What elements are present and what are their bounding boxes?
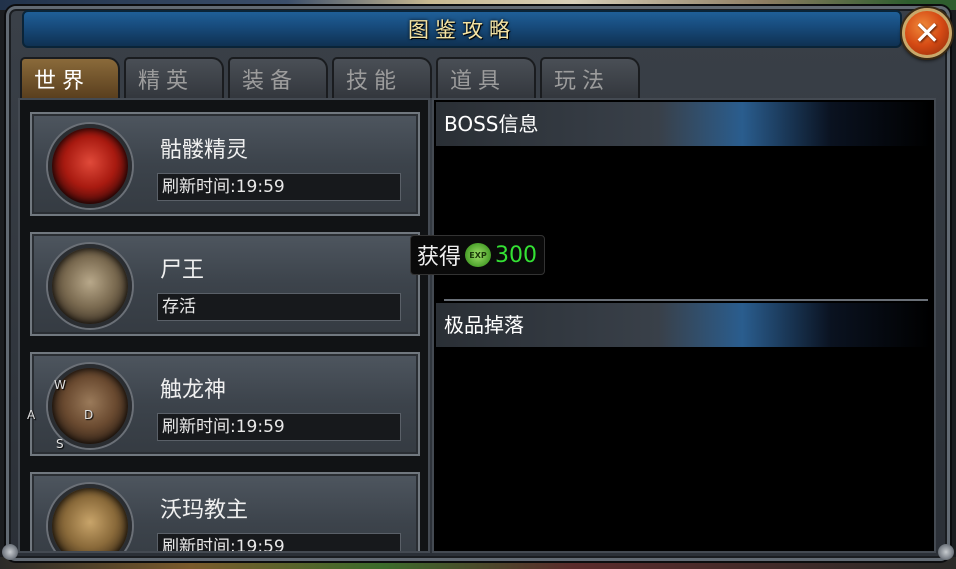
boss-name: 沃玛教主	[160, 498, 249, 523]
tab-label: 道具	[450, 68, 507, 94]
dialog-title-bar: 图鉴攻略	[22, 10, 902, 48]
tab-label: 玩法	[554, 68, 611, 94]
zombie-king-portrait-icon	[48, 244, 132, 328]
dragon-god-portrait-icon	[48, 364, 132, 448]
boss-name: 触龙神	[160, 378, 227, 403]
boss-list[interactable]: 骷髅精灵 刷新时间:19:59 尸王 存活 触龙神 刷新时间:19:59 沃玛教…	[18, 98, 430, 553]
exp-reward-value: 300	[495, 242, 538, 268]
frame-rivet-icon	[2, 544, 18, 560]
boss-detail-panel: BOSS信息 极品掉落	[432, 98, 936, 553]
boss-status-alive: 存活	[157, 293, 401, 321]
boss-respawn-time: 刷新时间:19:59	[157, 173, 401, 201]
red-skull-portrait-icon	[48, 124, 132, 208]
joystick-a-label: A	[27, 408, 36, 422]
boss-name: 骷髅精灵	[160, 138, 249, 163]
tab-label: 世界	[34, 68, 91, 94]
boss-name: 尸王	[160, 258, 205, 283]
tab-label: 精英	[138, 68, 195, 94]
rare-drops-header: 极品掉落	[436, 303, 930, 347]
boss-card-skeleton-elf[interactable]: 骷髅精灵 刷新时间:19:59	[30, 112, 420, 216]
tab-elite[interactable]: 精英	[124, 57, 224, 98]
boss-info-header: BOSS信息	[436, 102, 930, 146]
exp-reward-tooltip: 获得 EXP 300	[410, 235, 545, 275]
section-divider	[444, 299, 928, 301]
tab-label: 装备	[242, 68, 299, 94]
frame-rivet-icon	[938, 544, 954, 560]
boss-card-dragon-god[interactable]: 触龙神 刷新时间:19:59	[30, 352, 420, 456]
tab-skills[interactable]: 技能	[332, 57, 432, 98]
boss-card-woma-lord[interactable]: 沃玛教主 刷新时间:19:59	[30, 472, 420, 551]
reward-label: 获得	[417, 245, 462, 270]
joystick-d-label: D	[84, 408, 94, 422]
boss-respawn-time: 刷新时间:19:59	[157, 413, 401, 441]
joystick-s-label: S	[56, 437, 64, 451]
joystick-w-label: W	[54, 378, 66, 392]
boss-card-zombie-king[interactable]: 尸王 存活	[30, 232, 420, 336]
boss-respawn-time: 刷新时间:19:59	[157, 533, 401, 551]
exp-icon: EXP	[465, 243, 492, 267]
tab-label: 技能	[346, 68, 403, 94]
tab-items[interactable]: 道具	[436, 57, 536, 98]
dialog-title: 图鉴攻略	[408, 18, 516, 42]
tab-world[interactable]: 世界	[20, 57, 120, 98]
close-icon: ✕	[913, 14, 941, 52]
tab-gameplay[interactable]: 玩法	[540, 57, 640, 98]
woma-lord-portrait-icon	[48, 484, 132, 551]
tab-equipment[interactable]: 装备	[228, 57, 328, 98]
close-button[interactable]: ✕	[902, 8, 952, 58]
